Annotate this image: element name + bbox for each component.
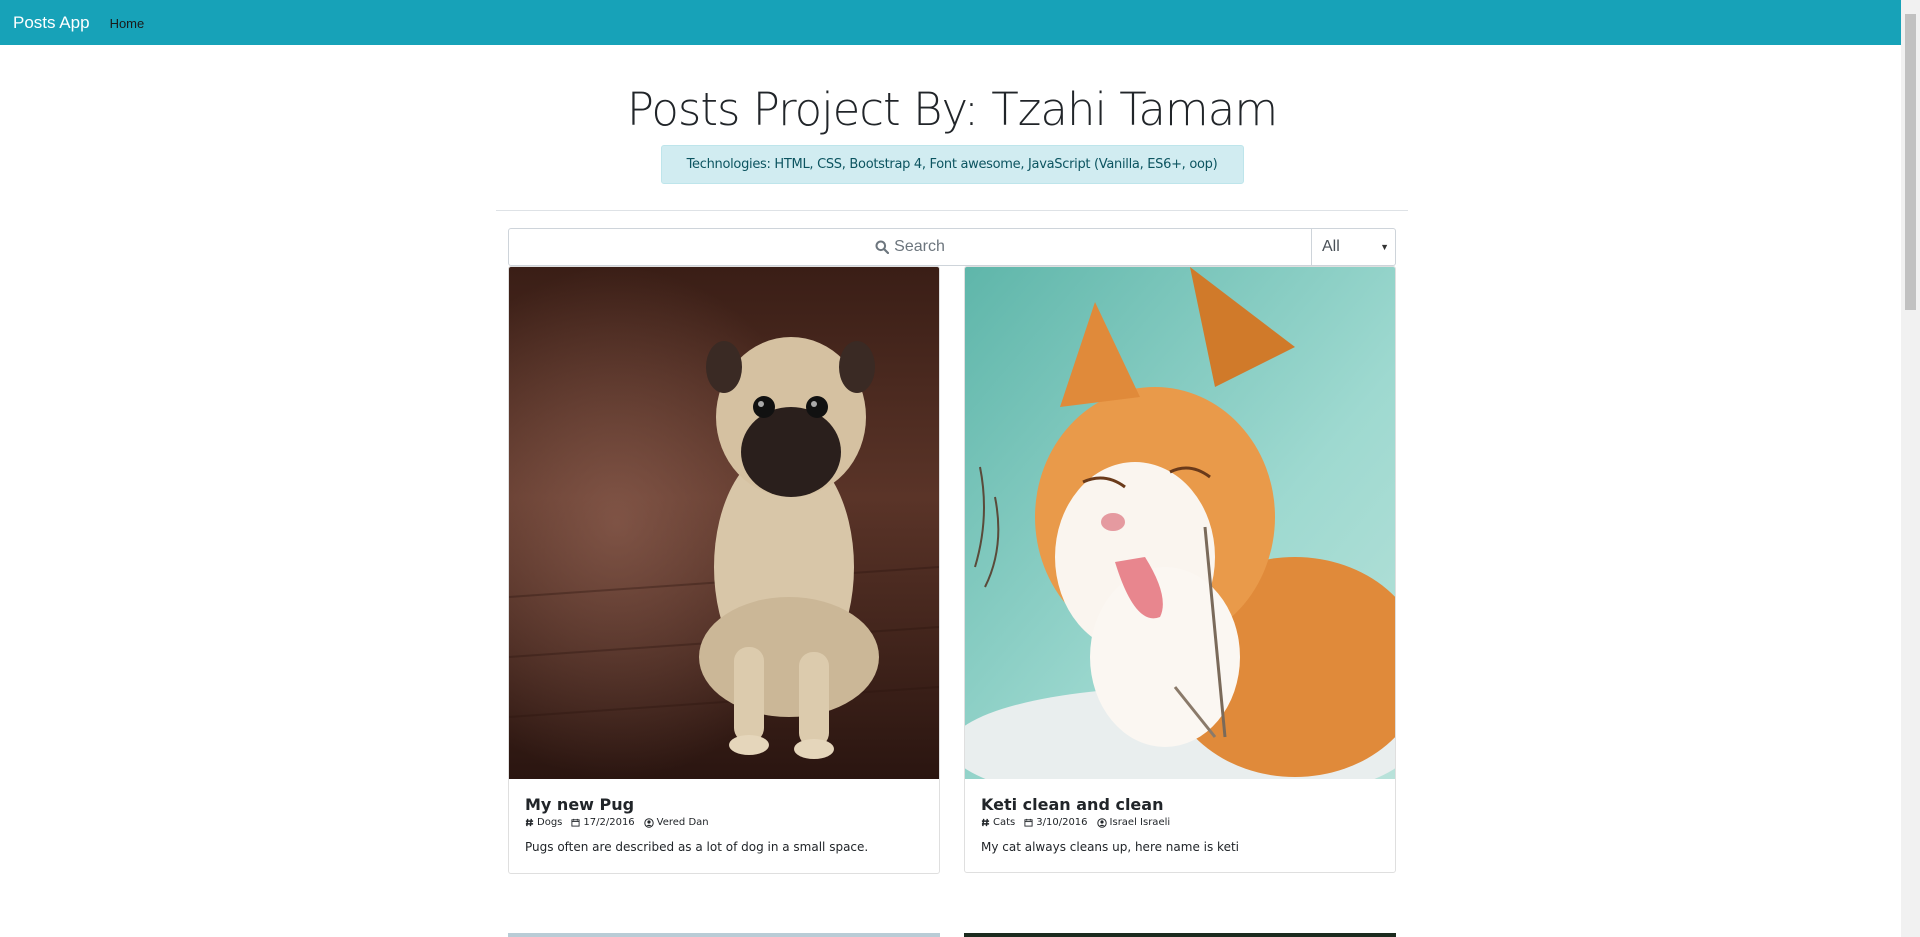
post-category[interactable]: Cats [993, 817, 1015, 828]
post-text: Pugs often are described as a lot of dog… [525, 840, 869, 854]
post-meta: Cats 3/10/2016 Israel Israeli [981, 817, 1379, 828]
category-select-value: All [1322, 238, 1340, 255]
user-circle-icon [643, 817, 654, 828]
user-circle-icon [1096, 817, 1107, 828]
post-author: Israel Israeli [1109, 817, 1171, 828]
divider [496, 210, 1408, 211]
post-date: 3/10/2016 [1036, 817, 1088, 828]
navbar: Posts App Home [0, 0, 1901, 45]
search-input[interactable]: Search [508, 228, 1312, 266]
post-card[interactable]: My new Pug Dogs 17/2/2016 Vered Dan Pugs… [508, 266, 940, 874]
calendar-icon [1024, 818, 1033, 827]
post-category[interactable]: Dogs [537, 817, 562, 828]
technologies-alert: Technologies: HTML, CSS, Bootstrap 4, Fo… [660, 145, 1244, 184]
nav-link-home[interactable]: Home [110, 16, 145, 31]
post-date: 17/2/2016 [583, 817, 635, 828]
post-title: Keti clean and clean [981, 795, 1164, 814]
post-meta: Dogs 17/2/2016 Vered Dan [525, 817, 923, 828]
category-select[interactable]: All ▼ [1312, 228, 1396, 266]
post-card-next [964, 933, 1396, 937]
cat-photo [965, 267, 1395, 779]
post-text: My cat always cleans up, here name is ke… [981, 840, 1239, 854]
post-author: Vered Dan [656, 817, 709, 828]
scrollbar-thumb[interactable] [1905, 14, 1916, 310]
search-row: Search All ▼ [508, 228, 1396, 266]
main-container: Posts Project By: Tzahi Tamam Technologi… [496, 45, 1408, 266]
scrollbar[interactable] [1901, 0, 1920, 937]
hashtag-icon [981, 818, 990, 827]
post-card-next [508, 933, 940, 937]
search-icon [875, 240, 890, 254]
hashtag-icon [525, 818, 534, 827]
chevron-down-icon: ▼ [1380, 242, 1389, 252]
calendar-icon [571, 818, 580, 827]
page-title: Posts Project By: Tzahi Tamam [626, 83, 1278, 136]
post-title: My new Pug [525, 795, 635, 814]
navbar-brand[interactable]: Posts App [13, 13, 90, 33]
pug-photo [509, 267, 939, 779]
post-card[interactable]: Keti clean and clean Cats 3/10/2016 Isra… [964, 266, 1396, 873]
search-placeholder: Search [894, 238, 945, 255]
